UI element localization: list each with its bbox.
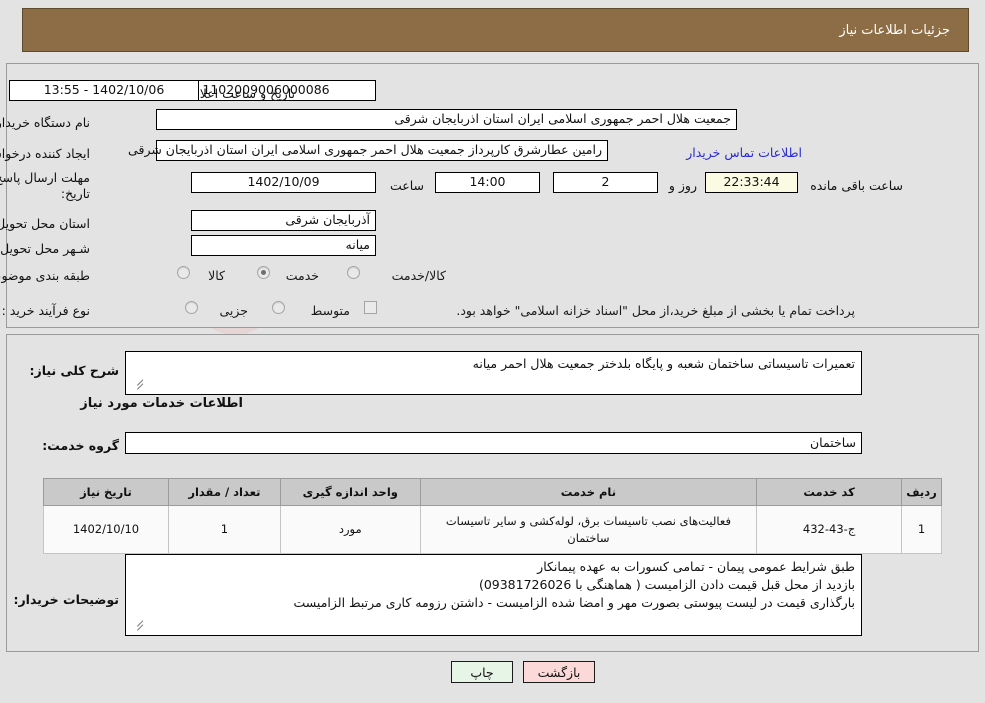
remaining-days-field[interactable]: 2 bbox=[553, 172, 658, 193]
back-button[interactable]: بازگشت bbox=[523, 661, 595, 683]
request-creator-label: ایجاد کننده درخواست: bbox=[0, 146, 90, 161]
buyer-notes-line-2: بازدید از محل قبل قیمت دادن الزامیست ( ه… bbox=[478, 577, 855, 593]
classification-radio-kala-khedmat-label: کالا/خدمت bbox=[391, 268, 446, 283]
table-header-need-date: تاریخ نیاز bbox=[43, 478, 169, 506]
need-summary-text: تعمیرات تاسیساتی ساختمان شعبه و پایگاه ب… bbox=[472, 356, 855, 371]
buyer-notes-textarea[interactable]: طبق شرایط عمومی پیمان - تمامی کسورات به … bbox=[125, 554, 862, 636]
table-header-unit: واحد اندازه گیری bbox=[279, 478, 421, 506]
buyer-notes-line-3: بارگذاری قیمت در لیست پیوستی بصورت مهر و… bbox=[293, 595, 856, 611]
deadline-hour-label: ساعت bbox=[389, 178, 424, 193]
classification-radio-khedmat-label: خدمت bbox=[285, 268, 319, 283]
cell-quantity: 1 bbox=[167, 504, 281, 555]
response-deadline-label-line2: تاریخ: bbox=[60, 186, 90, 201]
islamic-treasury-checkbox[interactable] bbox=[364, 301, 377, 314]
services-section-title: اطلاعات خدمات مورد نیاز bbox=[80, 396, 243, 411]
delivery-province-field[interactable]: آذربایجان شرقی bbox=[191, 210, 376, 231]
table-header-row: ردیف کد خدمت نام خدمت واحد اندازه گیری ت… bbox=[43, 478, 942, 506]
cell-need-date: 1402/10/10 bbox=[43, 504, 169, 555]
classification-radio-kala-label: کالا bbox=[208, 268, 225, 283]
table-header-row-no: ردیف bbox=[901, 478, 942, 506]
cell-row-no: 1 bbox=[901, 504, 942, 555]
delivery-province-label: استان محل تحویل: bbox=[0, 216, 90, 231]
table-header-service-name: نام خدمت bbox=[419, 478, 758, 506]
service-items-table: ردیف کد خدمت نام خدمت واحد اندازه گیری ت… bbox=[43, 478, 942, 555]
classification-label: طبقه بندی موضوعی: bbox=[0, 268, 90, 283]
islamic-treasury-checkbox-label: پرداخت تمام یا بخشی از مبلغ خرید،از محل … bbox=[456, 303, 855, 318]
need-summary-textarea[interactable]: تعمیرات تاسیساتی ساختمان شعبه و پایگاه ب… bbox=[125, 351, 862, 395]
classification-radio-kala-khedmat[interactable] bbox=[347, 266, 360, 279]
page-header-bar: جزئیات اطلاعات نیاز bbox=[22, 8, 969, 52]
buyer-organization-field[interactable]: جمعیت هلال احمر جمهوری اسلامی ایران استا… bbox=[156, 109, 737, 130]
deadline-date-field[interactable]: 1402/10/09 bbox=[191, 172, 376, 193]
cell-unit: مورد bbox=[279, 504, 421, 555]
service-group-label: گروه خدمت: bbox=[42, 438, 119, 453]
cell-service-code: ج-43-432 bbox=[756, 504, 903, 555]
response-deadline-label: مهلت ارسال پاسخ: تا تاریخ: bbox=[0, 170, 90, 187]
request-creator-field[interactable]: رامین عطارشرق کارپرداز جمعیت هلال احمر ج… bbox=[128, 140, 608, 161]
announcement-datetime-field[interactable]: 1402/10/06 - 13:55 bbox=[9, 80, 199, 101]
service-group-field[interactable]: ساختمان bbox=[125, 432, 862, 454]
cell-service-name: فعالیت‌های نصب تاسیسات برق، لوله‌کشی و س… bbox=[419, 504, 758, 555]
resize-grip-icon[interactable] bbox=[128, 379, 144, 393]
response-deadline-label-text: مهلت ارسال پاسخ: تا تاریخ: bbox=[0, 170, 90, 185]
deadline-hour-field[interactable]: 14:00 bbox=[435, 172, 540, 193]
purchase-process-radio-jozi[interactable] bbox=[185, 301, 198, 314]
classification-radio-kala[interactable] bbox=[177, 266, 190, 279]
buyer-contact-info-link[interactable]: اطلاعات تماس خریدار bbox=[686, 145, 802, 160]
purchase-process-radio-motavaset[interactable] bbox=[272, 301, 285, 314]
table-header-quantity: تعداد / مقدار bbox=[167, 478, 281, 506]
remaining-time-countdown-field: 22:33:44 bbox=[705, 172, 798, 193]
table-header-service-code: کد خدمت bbox=[756, 478, 903, 506]
delivery-city-label: شـهر محل تحویل: bbox=[0, 241, 90, 256]
purchase-process-radio-jozi-label: جزیی bbox=[219, 303, 248, 318]
resize-grip-icon[interactable] bbox=[128, 620, 144, 634]
delivery-city-field[interactable]: میانه bbox=[191, 235, 376, 256]
purchase-process-radio-motavaset-label: متوسط bbox=[310, 303, 350, 318]
remaining-time-suffix-label: ساعت باقی مانده bbox=[810, 178, 903, 193]
page-title: جزئیات اطلاعات نیاز bbox=[839, 22, 950, 38]
buyer-organization-label: نام دستگاه خریدار: bbox=[0, 115, 90, 130]
purchase-process-label: نوع فرآیند خرید : bbox=[1, 303, 90, 318]
remaining-days-separator-label: روز و bbox=[668, 178, 697, 193]
need-info-panel bbox=[6, 63, 979, 328]
table-row[interactable]: 1 ج-43-432 فعالیت‌های نصب تاسیسات برق، ل… bbox=[43, 504, 942, 555]
buyer-notes-label: توضیحات خریدار: bbox=[13, 592, 119, 607]
need-summary-label: شرح کلی نیاز: bbox=[29, 363, 119, 378]
print-button[interactable]: چاپ bbox=[451, 661, 513, 683]
classification-radio-khedmat[interactable] bbox=[257, 266, 270, 279]
buyer-notes-line-1: طبق شرایط عمومی پیمان - تمامی کسورات به … bbox=[537, 559, 855, 574]
